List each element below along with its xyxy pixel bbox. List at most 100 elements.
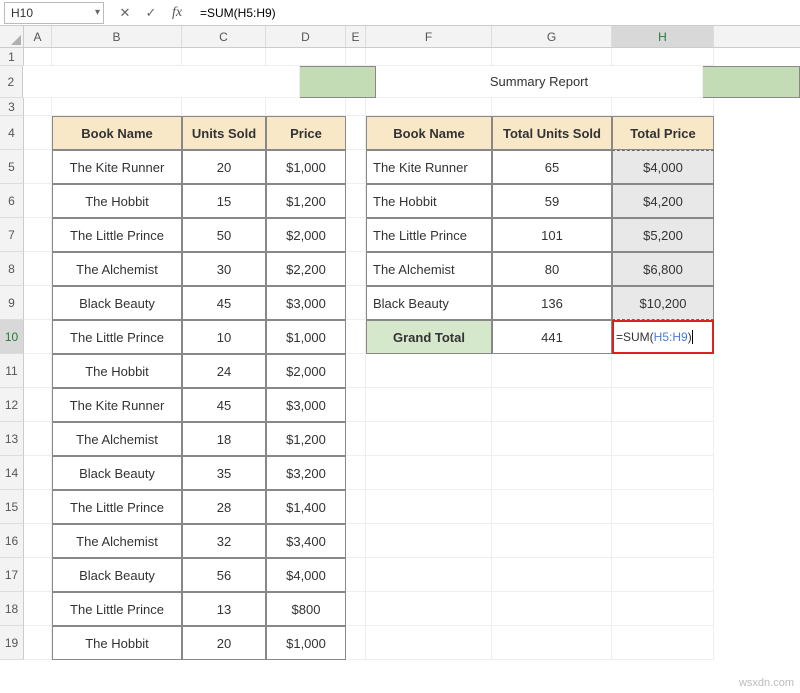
sales-name[interactable]: The Little Prince [52,320,182,354]
summary-name[interactable]: The Alchemist [366,252,492,286]
name-box-dropdown-icon[interactable]: ▾ [95,7,100,18]
cell[interactable]: Summary Report [376,66,704,98]
cell[interactable] [346,116,366,150]
hdr-price[interactable]: Price [266,116,346,150]
sales-units[interactable]: 24 [182,354,266,388]
sales-name[interactable]: The Hobbit [52,626,182,660]
cell[interactable] [23,66,300,98]
sales-name[interactable]: The Kite Runner [52,388,182,422]
summary-units[interactable]: 136 [492,286,612,320]
row-header-9[interactable]: 9 [0,286,24,320]
worksheet[interactable]: A B C D E F G H 12Summary Report34Book N… [0,26,800,660]
row-header-5[interactable]: 5 [0,150,24,184]
sales-units[interactable]: 15 [182,184,266,218]
sales-units[interactable]: 45 [182,286,266,320]
cell[interactable] [24,456,52,490]
cell[interactable] [346,286,366,320]
sales-units[interactable]: 32 [182,524,266,558]
select-all-corner[interactable] [0,26,24,48]
sales-price[interactable]: $3,200 [266,456,346,490]
sales-name[interactable]: The Kite Runner [52,150,182,184]
col-header-C[interactable]: C [182,26,266,47]
cell[interactable] [24,388,52,422]
cell[interactable] [24,524,52,558]
cell[interactable] [346,252,366,286]
cell[interactable] [346,626,366,660]
name-box[interactable]: H10 ▾ [4,2,104,24]
cell[interactable] [346,48,366,66]
sales-price[interactable]: $4,000 [266,558,346,592]
row-header-13[interactable]: 13 [0,422,24,456]
sales-units[interactable]: 20 [182,150,266,184]
row-header-15[interactable]: 15 [0,490,24,524]
formula-input[interactable] [194,2,800,24]
sales-units[interactable]: 28 [182,490,266,524]
cell[interactable] [346,558,366,592]
sales-price[interactable]: $3,000 [266,286,346,320]
summary-name[interactable]: The Kite Runner [366,150,492,184]
sales-name[interactable]: Black Beauty [52,558,182,592]
cell[interactable] [346,524,366,558]
sales-name[interactable]: The Hobbit [52,354,182,388]
sales-price[interactable]: $1,200 [266,184,346,218]
cell[interactable] [24,184,52,218]
cell[interactable] [346,98,366,116]
sales-units[interactable]: 56 [182,558,266,592]
cell[interactable] [346,422,366,456]
summary-price[interactable]: $10,200 [612,286,714,320]
enter-icon[interactable]: ✓ [138,2,164,24]
cell[interactable] [24,48,52,66]
cell[interactable] [24,116,52,150]
grand-total-label[interactable]: Grand Total [366,320,492,354]
col-header-H[interactable]: H [612,26,714,47]
sales-name[interactable]: Black Beauty [52,456,182,490]
summary-price[interactable]: $4,000 [612,150,714,184]
cell[interactable] [346,184,366,218]
row-header-14[interactable]: 14 [0,456,24,490]
summary-units[interactable]: 101 [492,218,612,252]
sales-price[interactable]: $1,400 [266,490,346,524]
cell[interactable] [346,218,366,252]
col-header-F[interactable]: F [366,26,492,47]
sales-price[interactable]: $1,000 [266,320,346,354]
cell[interactable] [346,150,366,184]
sales-name[interactable]: Black Beauty [52,286,182,320]
cell[interactable] [24,558,52,592]
cell[interactable] [346,320,366,354]
sales-name[interactable]: The Alchemist [52,252,182,286]
col-header-E[interactable]: E [346,26,366,47]
sales-price[interactable]: $2,000 [266,218,346,252]
cell[interactable] [24,150,52,184]
sales-price[interactable]: $2,000 [266,354,346,388]
col-header-D[interactable]: D [266,26,346,47]
fx-icon[interactable]: fx [164,2,190,24]
summary-price[interactable]: $4,200 [612,184,714,218]
row-header-1[interactable]: 1 [0,48,24,66]
row-header-2[interactable]: 2 [0,66,23,98]
row-header-18[interactable]: 18 [0,592,24,626]
row-header-12[interactable]: 12 [0,388,24,422]
cell[interactable] [24,252,52,286]
sales-units[interactable]: 18 [182,422,266,456]
sales-units[interactable]: 13 [182,592,266,626]
row-header-4[interactable]: 4 [0,116,24,150]
sales-units[interactable]: 30 [182,252,266,286]
col-header-G[interactable]: G [492,26,612,47]
grand-total-units[interactable]: 441 [492,320,612,354]
col-header-B[interactable]: B [52,26,182,47]
sales-price[interactable]: $1,000 [266,626,346,660]
summary-units[interactable]: 65 [492,150,612,184]
sales-price[interactable]: $1,200 [266,422,346,456]
summary-name[interactable]: The Hobbit [366,184,492,218]
sales-price[interactable]: $1,000 [266,150,346,184]
hdr-sum-book[interactable]: Book Name [366,116,492,150]
active-edit-cell[interactable]: =SUM(H5:H9) [612,320,714,354]
cell[interactable] [346,592,366,626]
sales-name[interactable]: The Alchemist [52,422,182,456]
row-header-8[interactable]: 8 [0,252,24,286]
summary-price[interactable]: $6,800 [612,252,714,286]
cell[interactable] [346,490,366,524]
summary-price[interactable]: $5,200 [612,218,714,252]
sales-price[interactable]: $3,000 [266,388,346,422]
hdr-sum-price[interactable]: Total Price [612,116,714,150]
